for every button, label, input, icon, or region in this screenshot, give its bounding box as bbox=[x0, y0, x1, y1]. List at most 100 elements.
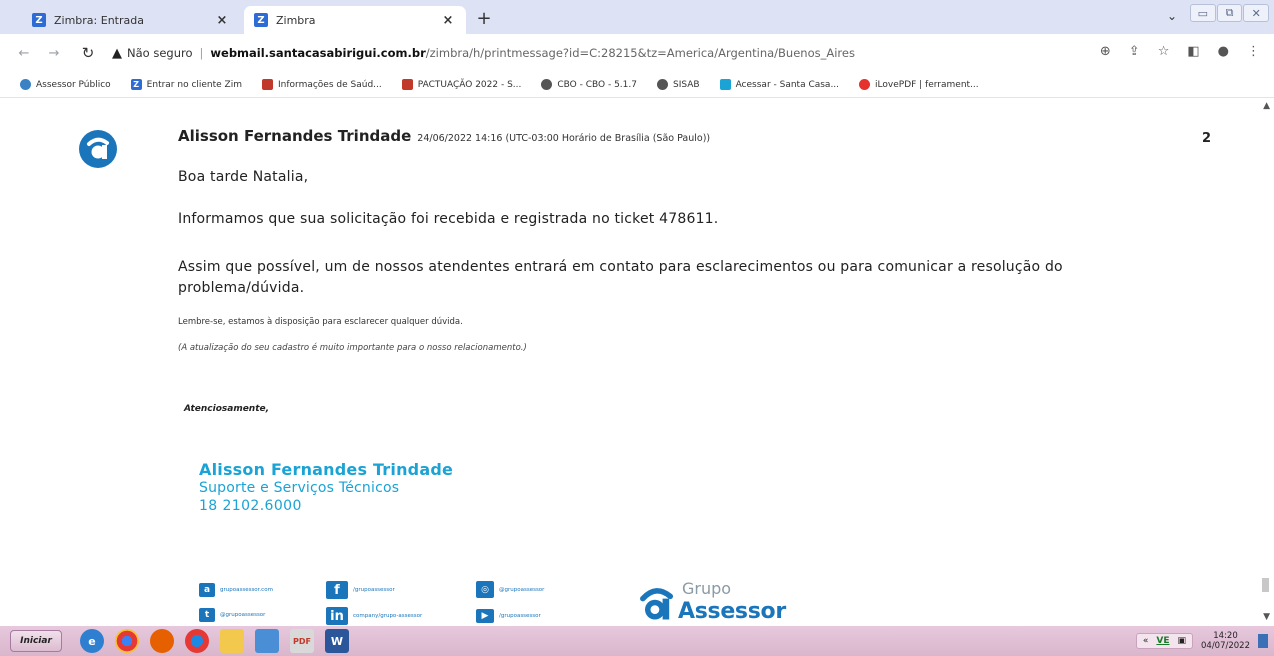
contact-paragraph-line: problema/dúvida. bbox=[178, 280, 305, 296]
screen: Z Zimbra: Entrada × Z Zimbra × + ⌄ ▭ ⧉ ✕… bbox=[0, 0, 1274, 656]
instagram-icon: ◎ bbox=[476, 581, 494, 598]
heart-icon bbox=[859, 79, 871, 90]
bookmark-cbo[interactable]: CBO - CBO - 5.1.7 bbox=[541, 79, 637, 90]
grupo-assessor-logo-icon bbox=[640, 588, 674, 620]
taskbar: Iniciar e PDF W « VE ▣ 14:20 04/07/2022 bbox=[0, 626, 1274, 656]
social-link-twitter[interactable]: t @grupoassessor bbox=[199, 608, 265, 622]
network-tray-icon[interactable]: ▣ bbox=[1177, 636, 1186, 646]
reload-button[interactable]: ↻ bbox=[78, 43, 98, 63]
profile-icon[interactable]: ● bbox=[1218, 44, 1229, 59]
toolbar-actions: ⊕ ⇪ ☆ ◧ ● ⋮ bbox=[1100, 44, 1260, 59]
social-link-instagram[interactable]: ◎ @grupoassessor bbox=[476, 581, 544, 598]
bookmark-label: Assessor Público bbox=[36, 79, 111, 90]
star-icon[interactable]: ☆ bbox=[1158, 44, 1170, 59]
warning-icon: ▲ bbox=[112, 45, 122, 61]
taskbar-apps: e PDF W bbox=[80, 629, 349, 653]
social-link-linkedin[interactable]: in company/grupo-assessor bbox=[326, 607, 422, 625]
window-controls: ▭ ⧉ ✕ bbox=[1190, 4, 1270, 24]
bookmark-ilovepdf[interactable]: iLovePDF | ferrament... bbox=[859, 79, 979, 90]
zimbra-favicon-icon: Z bbox=[254, 13, 268, 27]
tab-zimbra-entrada[interactable]: Z Zimbra: Entrada × bbox=[22, 6, 240, 34]
tab-close-icon[interactable]: × bbox=[214, 13, 230, 28]
bookmark-label: SISAB bbox=[672, 79, 700, 90]
social-link-facebook[interactable]: f /grupoassessor bbox=[326, 581, 395, 599]
social-text: @grupoassessor bbox=[499, 586, 545, 593]
clock-time: 14:20 bbox=[1213, 631, 1238, 641]
ticket-paragraph: Informamos que sua solicitação foi receb… bbox=[178, 211, 719, 227]
bookmark-label: Acessar - Santa Casa... bbox=[735, 79, 840, 90]
pdf-icon[interactable]: PDF bbox=[290, 629, 314, 653]
social-text: @grupoassessor bbox=[220, 612, 266, 618]
bookmark-zimbra[interactable]: Z Entrar no cliente Zim bbox=[130, 79, 242, 90]
social-text: company/grupo-assessor bbox=[353, 613, 423, 619]
bookmarks-bar: Assessor Público Z Entrar no cliente Zim… bbox=[0, 72, 1274, 98]
bookmark-label: PACTUAÇÃO 2022 - S... bbox=[417, 79, 522, 90]
update-note: (A atualização do seu cadastro é muito i… bbox=[178, 343, 527, 353]
show-desktop-button[interactable] bbox=[1258, 634, 1268, 648]
globe-icon bbox=[656, 79, 668, 90]
close-window-button[interactable]: ✕ bbox=[1243, 4, 1270, 22]
email-print-view: ▲ ▼ Alisson Fernandes Trindade 24/06/202… bbox=[0, 99, 1274, 626]
bookmark-informacoes-saude[interactable]: Informações de Saúd... bbox=[262, 79, 382, 90]
minimize-button[interactable]: ▭ bbox=[1190, 4, 1216, 22]
clock-date: 04/07/2022 bbox=[1201, 641, 1250, 651]
back-button[interactable]: ← bbox=[14, 43, 34, 63]
scroll-down-arrow-icon[interactable]: ▼ bbox=[1263, 612, 1270, 622]
zimbra-favicon-icon: Z bbox=[32, 13, 46, 27]
bookmark-favicon-icon bbox=[719, 79, 731, 90]
word-icon[interactable]: W bbox=[325, 629, 349, 653]
tab-zimbra[interactable]: Z Zimbra × bbox=[244, 6, 466, 34]
zimbra-favicon-icon: Z bbox=[130, 79, 142, 90]
address-bar[interactable]: ▲ Não seguro | webmail.santacasabirigui.… bbox=[112, 41, 1252, 65]
share-icon[interactable]: ⇪ bbox=[1129, 44, 1140, 59]
firefox-icon[interactable] bbox=[150, 629, 174, 653]
reminder-text: Lembre-se, estamos à disposição para esc… bbox=[178, 317, 463, 327]
browser-toolbar: ← → ↻ ▲ Não seguro | webmail.santacasabi… bbox=[0, 34, 1274, 72]
closing: Atenciosamente, bbox=[184, 404, 270, 414]
tab-search-chevron-icon[interactable]: ⌄ bbox=[1167, 9, 1177, 23]
folder-icon[interactable] bbox=[220, 629, 244, 653]
start-button[interactable]: Iniciar bbox=[10, 630, 62, 652]
menu-icon[interactable]: ⋮ bbox=[1247, 44, 1260, 59]
bookmark-pactuacao[interactable]: PACTUAÇÃO 2022 - S... bbox=[401, 79, 522, 90]
social-link-youtube[interactable]: ▶ /grupoassessor bbox=[476, 609, 541, 623]
social-text: /grupoassessor bbox=[353, 587, 395, 593]
zoom-icon[interactable]: ⊕ bbox=[1100, 44, 1111, 59]
facebook-icon: f bbox=[326, 581, 348, 599]
message-header: Alisson Fernandes Trindade 24/06/2022 14… bbox=[178, 127, 710, 145]
tray-icons: « VE ▣ bbox=[1135, 633, 1193, 649]
internet-explorer-icon[interactable]: e bbox=[80, 629, 104, 653]
social-text: /grupoassessor bbox=[499, 613, 541, 619]
brand-large: Assessor bbox=[678, 599, 786, 624]
language-indicator[interactable]: VE bbox=[1156, 636, 1169, 646]
tab-strip: Z Zimbra: Entrada × Z Zimbra × + ⌄ ▭ ⧉ ✕ bbox=[0, 0, 1274, 34]
contact-paragraph: Assim que possível, um de nossos atenden… bbox=[178, 257, 1178, 299]
clock[interactable]: 14:20 04/07/2022 bbox=[1201, 631, 1250, 651]
new-tab-button[interactable]: + bbox=[473, 7, 495, 29]
tab-close-icon[interactable]: × bbox=[440, 13, 456, 28]
social-link-website[interactable]: a grupoassessor.com bbox=[199, 583, 273, 597]
globe-icon bbox=[541, 79, 553, 90]
start-label: Iniciar bbox=[20, 636, 52, 646]
bookmark-sisab[interactable]: SISAB bbox=[656, 79, 700, 90]
security-label: Não seguro bbox=[127, 46, 193, 60]
contact-paragraph-line: Assim que possível, um de nossos atenden… bbox=[178, 259, 1063, 275]
system-tray: « VE ▣ 14:20 04/07/2022 bbox=[1135, 629, 1268, 653]
media-player-icon[interactable] bbox=[185, 629, 209, 653]
restore-button[interactable]: ⧉ bbox=[1216, 4, 1243, 22]
chrome-icon[interactable] bbox=[115, 629, 139, 653]
forward-button[interactable]: → bbox=[44, 43, 64, 63]
sender-name: Alisson Fernandes Trindade bbox=[178, 127, 412, 145]
side-panel-icon[interactable]: ◧ bbox=[1187, 44, 1199, 59]
bookmark-label: Informações de Saúd... bbox=[278, 79, 382, 90]
scroll-up-arrow-icon[interactable]: ▲ bbox=[1263, 101, 1270, 111]
network-icon[interactable] bbox=[255, 629, 279, 653]
youtube-icon: ▶ bbox=[476, 609, 494, 623]
bookmark-label: Entrar no cliente Zim bbox=[146, 79, 242, 90]
message-count: 2 bbox=[1202, 131, 1212, 146]
tray-arrow-icon[interactable]: « bbox=[1143, 636, 1149, 646]
bookmark-assessor-publico[interactable]: Assessor Público bbox=[20, 79, 111, 90]
bookmark-favicon-icon bbox=[262, 79, 273, 90]
scrollbar-thumb[interactable] bbox=[1262, 578, 1269, 592]
bookmark-acessar-santa-casa[interactable]: Acessar - Santa Casa... bbox=[719, 79, 840, 90]
